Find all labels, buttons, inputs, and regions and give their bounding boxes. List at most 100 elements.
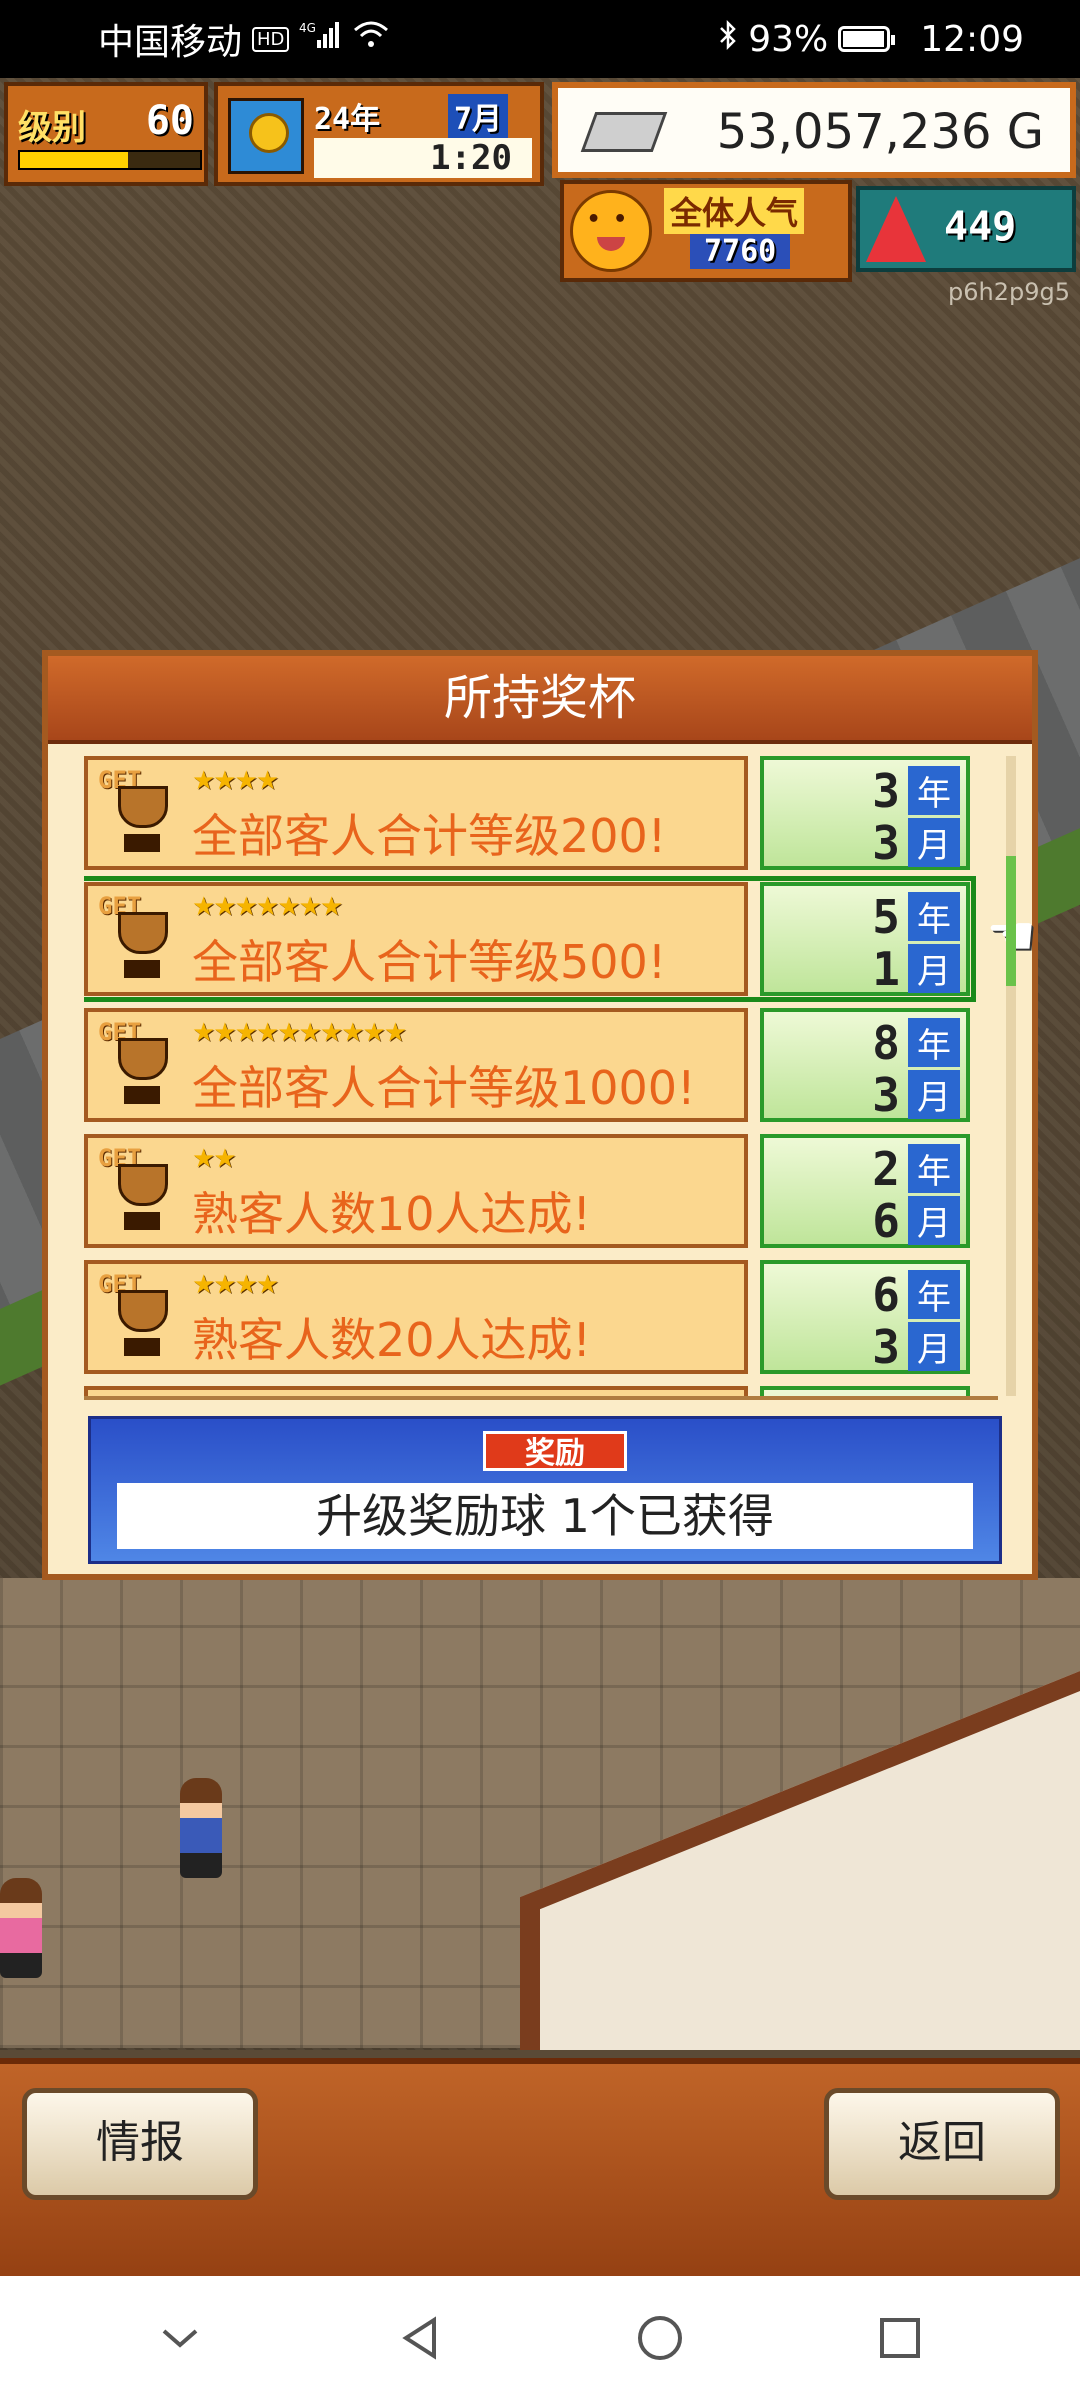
trophy-row[interactable]: GET ★★★★★★★★★★ 全部客人合计等级1000! 8 年 3 月: [84, 1008, 984, 1122]
trophy-main: GET ★★★★★★★ 全部客人合计等级500!: [84, 882, 748, 996]
reward-label: 奖励: [483, 1431, 627, 1471]
status-bar: 中国移动 HD 4G 93% 12:09: [0, 0, 1080, 78]
scrollbar[interactable]: [1006, 756, 1016, 1396]
level-progress-bar: [18, 150, 202, 170]
trophy-cup-icon: GET: [98, 1144, 178, 1240]
trophy-year: 2: [872, 1142, 900, 1196]
trophy-date: 3 年 3 月: [760, 756, 970, 870]
reward-box: 奖励 升级奖励球 1个已获得: [88, 1416, 1002, 1564]
alert-value: 449: [944, 204, 1017, 250]
month-unit: 月: [908, 944, 960, 993]
money-icon: [580, 112, 668, 152]
trophy-month: 6: [872, 1194, 900, 1248]
trophy-year: 8: [872, 1016, 900, 1070]
trophy-main: GET ★★ 熟客人数10人达成!: [84, 1134, 748, 1248]
year-unit: 年: [908, 1144, 960, 1193]
popularity-value: 7760: [690, 234, 791, 269]
trophy-main: GET ★★★★★★★★★★ 全部客人合计等级1000!: [84, 1008, 748, 1122]
bluetooth-icon: [718, 19, 738, 59]
trophy-stars: ★★★★: [192, 1270, 279, 1300]
bottom-bar: 情报 返回: [0, 2058, 1080, 2282]
cup-body: [118, 1164, 168, 1206]
cup-base: [124, 960, 160, 978]
battery-fill: [843, 31, 885, 47]
cup-base: [124, 1086, 160, 1104]
trophy-row-selected[interactable]: GET ★★★★★★★ 全部客人合计等级500! 5 年 1 月: [84, 876, 984, 1002]
reward-text: 升级奖励球 1个已获得: [117, 1483, 973, 1549]
trophy-date: 2 年 6 月: [760, 1134, 970, 1248]
trophy-stars: ★★★★★★★★★★: [192, 1018, 407, 1048]
trophy-cup-icon: GET: [98, 1270, 178, 1366]
scroll-thumb[interactable]: [1006, 856, 1016, 986]
trophy-year: 6: [872, 1268, 900, 1322]
trophy-row[interactable]: GET ★★★★ 全部客人合计等级200! 3 年 3 月: [84, 756, 984, 870]
year-unit: 年: [908, 892, 960, 941]
trophy-row[interactable]: GET ★★ 熟客人数10人达成! 2 年 6 月: [84, 1134, 984, 1248]
month-unit: 月: [908, 1196, 960, 1245]
level-label: 级别: [18, 108, 86, 148]
cup-body: [118, 786, 168, 828]
hd-icon: HD: [252, 26, 290, 52]
nav-recents-button[interactable]: [860, 2298, 940, 2378]
trophy-row-partial[interactable]: [84, 1386, 984, 1396]
status-right: 93% 12:09: [718, 19, 1024, 60]
dialog-title: 所持奖杯: [48, 656, 1032, 744]
nav-home-button[interactable]: [620, 2298, 700, 2378]
trophy-cup-icon: GET: [98, 766, 178, 862]
trophy-cup-icon: GET: [98, 892, 178, 988]
trophy-date: 6 年 3 月: [760, 1260, 970, 1374]
signal-icon: 4G: [299, 20, 343, 58]
sun-icon: [228, 98, 304, 174]
trophy-month: 3: [872, 1068, 900, 1122]
cup-body: [118, 912, 168, 954]
user-code: p6h2p9g5: [948, 278, 1070, 306]
alert-panel[interactable]: 449: [856, 186, 1076, 272]
trophy-main: GET ★★★★ 全部客人合计等级200!: [84, 756, 748, 870]
money-panel: 53,057,236 G: [552, 82, 1076, 178]
customer-sprite[interactable]: [0, 1878, 42, 1978]
customer-sprite[interactable]: [180, 1778, 222, 1878]
nav-back-button[interactable]: [380, 2298, 460, 2378]
trophy-month: 1: [872, 942, 900, 996]
trophy-stars: ★★★★: [192, 766, 279, 796]
battery-percent: 93%: [748, 18, 829, 60]
trophy-date: [760, 1386, 970, 1396]
trophy-title: 熟客人数10人达成!: [192, 1187, 591, 1241]
popularity-label: 全体人气: [664, 188, 805, 234]
trophy-dialog: 所持奖杯 GET ★★★★ 全部客人合计等级200! 3 年 3 月 GET ★…: [42, 650, 1038, 1580]
circle-home-icon: [638, 2316, 682, 2360]
status-left: 中国移动 HD 4G: [98, 13, 389, 65]
triangle-back-icon: [402, 2316, 436, 2360]
info-button[interactable]: 情报: [22, 2088, 258, 2200]
trophy-main: GET ★★★★ 熟客人数20人达成!: [84, 1260, 748, 1374]
year-unit: 年: [908, 1018, 960, 1067]
trophy-title: 全部客人合计等级1000!: [192, 1061, 696, 1115]
level-value: 60: [145, 98, 194, 144]
trophy-list[interactable]: GET ★★★★ 全部客人合计等级200! 3 年 3 月 GET ★★★★★★…: [84, 756, 998, 1400]
android-nav-bar: [0, 2276, 1080, 2400]
date-month: 7月: [448, 94, 509, 138]
smiley-icon: [570, 190, 652, 272]
trophy-date: 8 年 3 月: [760, 1008, 970, 1122]
year-unit: 年: [908, 1270, 960, 1319]
trophy-date: 5 年 1 月: [760, 882, 970, 996]
cup-base: [124, 1212, 160, 1230]
trophy-title: 全部客人合计等级200!: [192, 809, 667, 863]
trophy-main: [84, 1386, 748, 1396]
trophy-year: 5: [872, 890, 900, 944]
trophy-stars: ★★: [192, 1144, 237, 1174]
trophy-cup-icon: GET: [98, 1018, 178, 1114]
game-clock: 1:20: [314, 138, 532, 178]
month-unit: 月: [908, 1070, 960, 1119]
money-value: 53,057,236 G: [716, 104, 1044, 160]
cup-base: [124, 834, 160, 852]
trophy-title: 熟客人数20人达成!: [192, 1313, 591, 1367]
battery-icon: [838, 26, 896, 52]
trophy-row[interactable]: GET ★★★★ 熟客人数20人达成! 6 年 3 月: [84, 1260, 984, 1374]
popularity-panel[interactable]: 全体人气 7760: [560, 180, 852, 282]
nav-collapse-button[interactable]: [140, 2298, 220, 2378]
month-unit: 月: [908, 818, 960, 867]
chevron-down-icon: [162, 2329, 198, 2348]
back-button[interactable]: 返回: [824, 2088, 1060, 2200]
year-unit: 年: [908, 766, 960, 815]
